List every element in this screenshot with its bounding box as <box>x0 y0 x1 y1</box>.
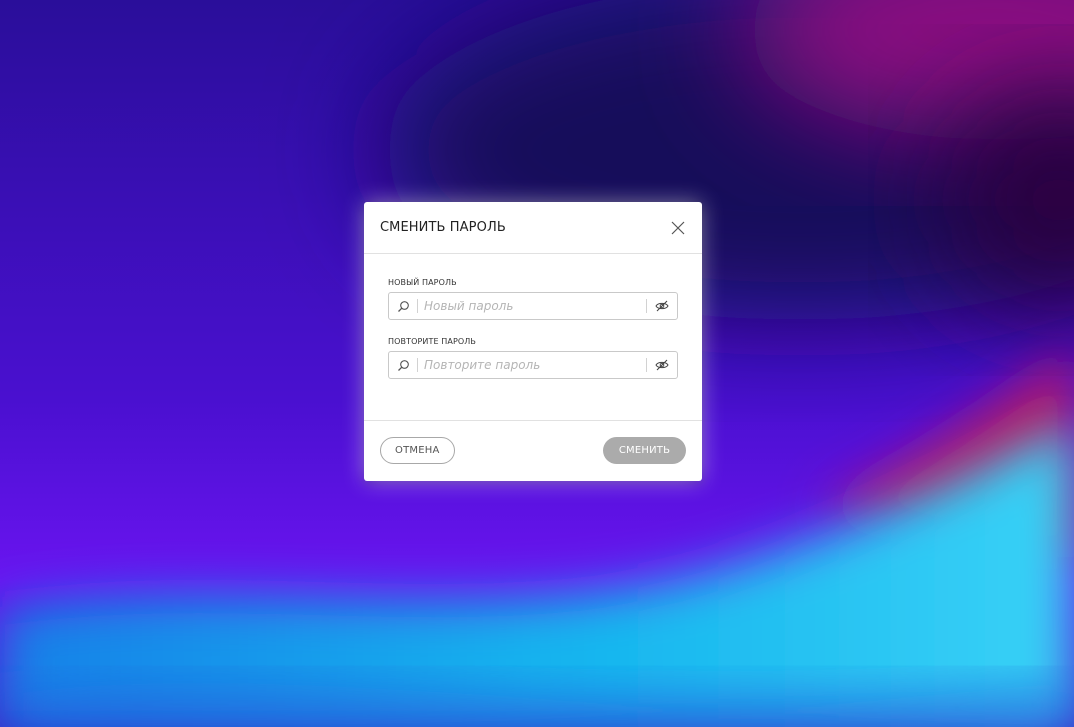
eye-off-icon <box>655 300 669 312</box>
change-password-dialog: СМЕНИТЬ ПАРОЛЬ НОВЫЙ ПАРОЛЬ ПОВТОРИТЕ ПА… <box>364 202 702 481</box>
search-icon <box>389 352 417 378</box>
repeat-password-field: ПОВТОРИТЕ ПАРОЛЬ <box>388 337 678 379</box>
repeat-password-input[interactable] <box>418 352 646 378</box>
search-icon <box>389 293 417 319</box>
toggle-visibility-button[interactable] <box>647 293 677 319</box>
new-password-field: НОВЫЙ ПАРОЛЬ <box>388 278 678 320</box>
eye-off-icon <box>655 359 669 371</box>
dialog-title: СМЕНИТЬ ПАРОЛЬ <box>380 220 506 235</box>
cancel-button[interactable]: ОТМЕНА <box>380 437 455 464</box>
new-password-input[interactable] <box>418 293 646 319</box>
dialog-footer: ОТМЕНА СМЕНИТЬ <box>364 421 702 480</box>
dialog-body: НОВЫЙ ПАРОЛЬ ПОВТОРИТЕ ПАРОЛЬ <box>364 254 702 421</box>
close-button[interactable] <box>668 218 688 238</box>
repeat-password-box <box>388 351 678 379</box>
new-password-box <box>388 292 678 320</box>
dialog-header: СМЕНИТЬ ПАРОЛЬ <box>364 202 702 254</box>
toggle-visibility-button[interactable] <box>647 352 677 378</box>
repeat-password-label: ПОВТОРИТЕ ПАРОЛЬ <box>388 337 476 346</box>
close-icon <box>671 221 685 234</box>
new-password-label: НОВЫЙ ПАРОЛЬ <box>388 278 457 287</box>
change-password-button[interactable]: СМЕНИТЬ <box>603 437 686 464</box>
